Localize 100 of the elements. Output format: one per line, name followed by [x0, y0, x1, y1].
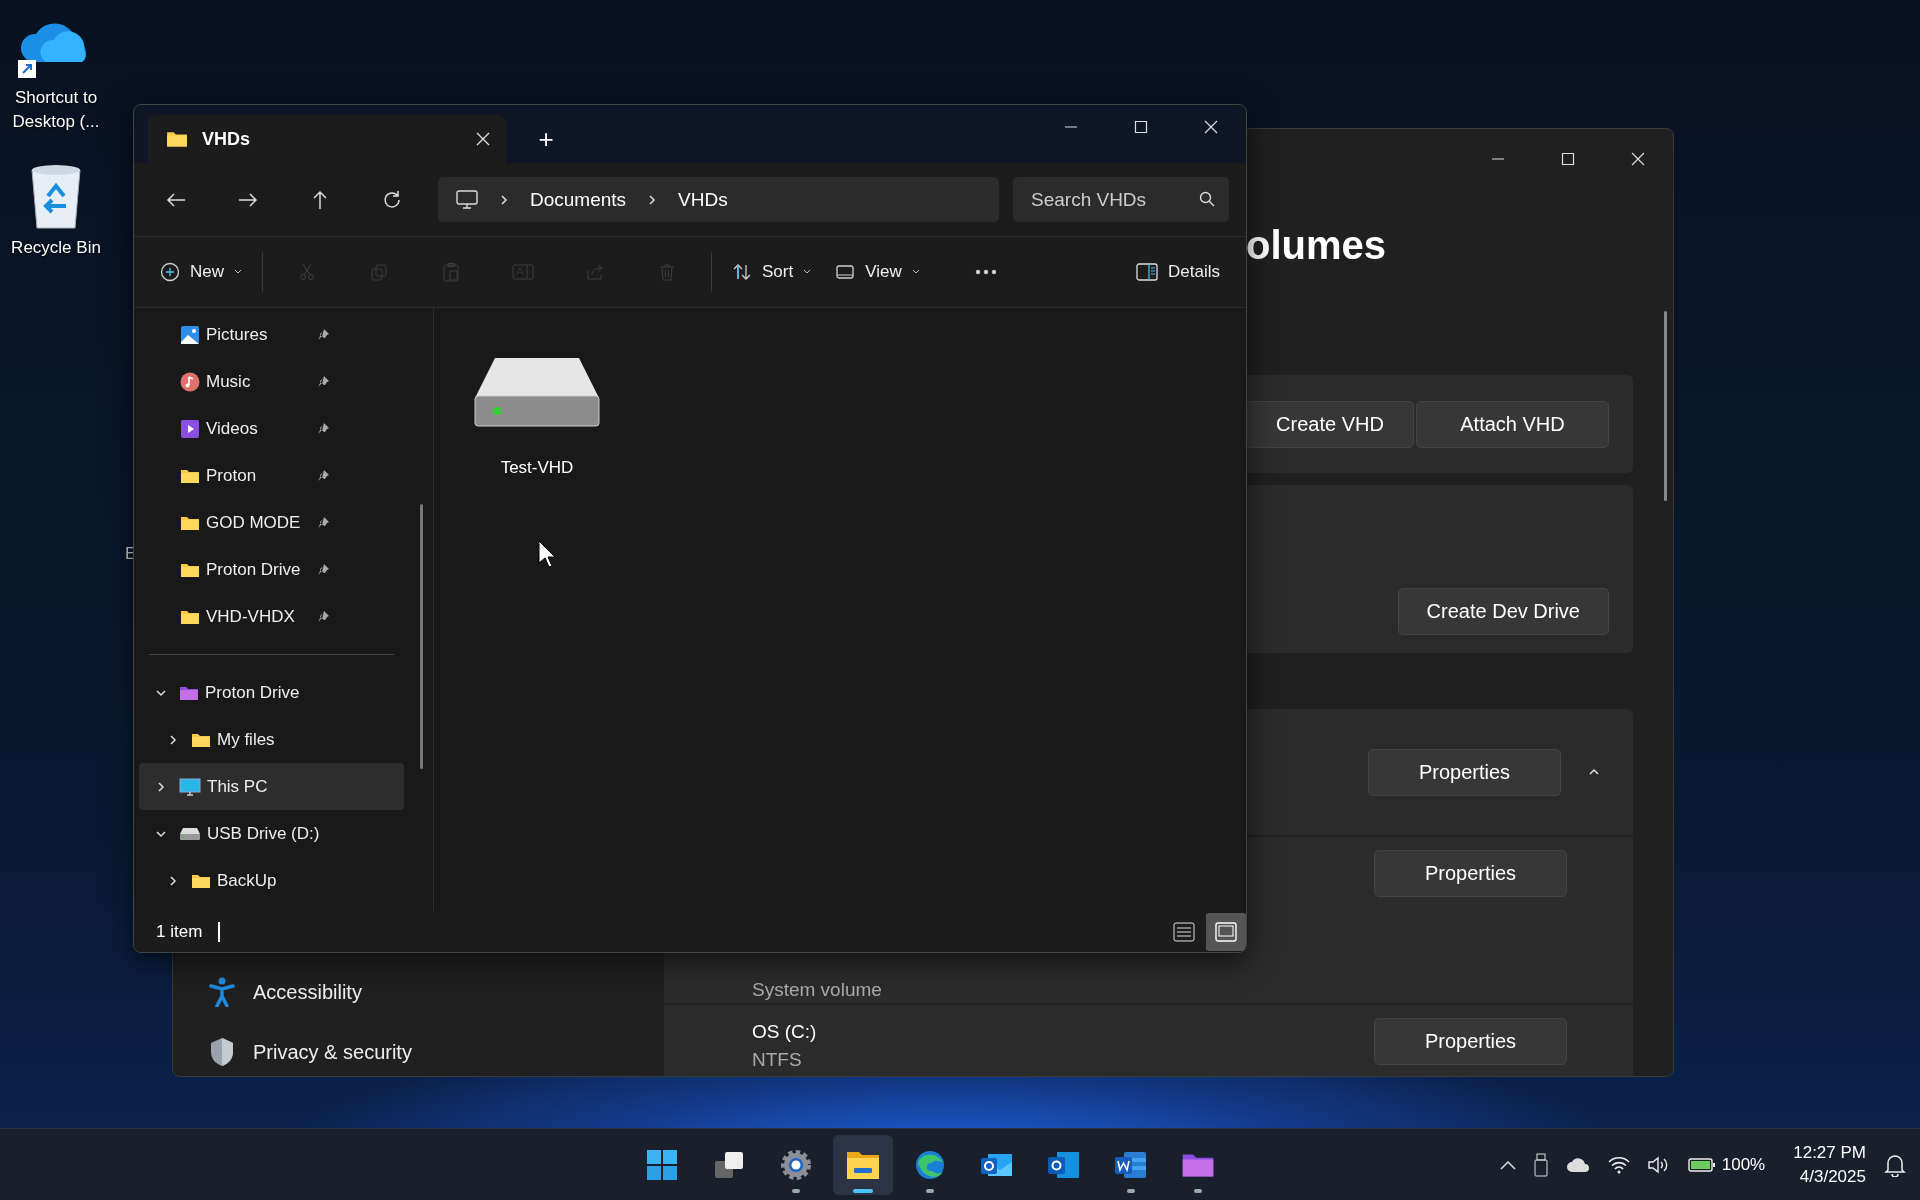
tree-item[interactable]: USB Drive (D:) — [139, 810, 404, 857]
close-icon[interactable] — [476, 132, 490, 146]
window-tab[interactable]: VHDs — [148, 115, 506, 163]
new-button[interactable]: New — [148, 250, 254, 294]
action-button[interactable]: Create VHD — [1246, 400, 1414, 448]
tree-item[interactable]: This PC — [139, 763, 404, 810]
search-field[interactable]: Search VHDs — [1013, 177, 1229, 222]
quick-access-item[interactable]: Pictures — [139, 311, 404, 358]
sort-icon — [732, 262, 752, 282]
sort-button[interactable]: Sort — [720, 250, 824, 294]
chevron-icon[interactable] — [1499, 1159, 1516, 1170]
trash-icon — [657, 262, 677, 282]
chevron-icon[interactable] — [498, 193, 510, 206]
quick-access-item[interactable]: VHD-VHDX — [139, 593, 404, 640]
details-pane-button[interactable]: Details — [1124, 250, 1232, 294]
action-button[interactable]: Properties — [1374, 850, 1567, 897]
folder-icon — [191, 872, 211, 889]
nav-item[interactable]: Accessibility — [193, 968, 649, 1016]
details-pane-icon — [1136, 263, 1159, 281]
search-icon — [1199, 191, 1215, 207]
gear-icon — [780, 1148, 812, 1181]
tree-item[interactable]: BackUp — [139, 857, 404, 904]
share-icon — [585, 262, 605, 282]
chevron-icon[interactable] — [167, 874, 179, 887]
nav-item[interactable]: Privacy & security — [193, 1028, 649, 1076]
more-icon[interactable] — [974, 269, 997, 275]
film-icon — [180, 418, 200, 439]
monitor-icon — [179, 776, 201, 797]
tile-view-icon — [1215, 921, 1237, 942]
copy-icon — [369, 262, 389, 282]
pin-icon — [316, 374, 330, 389]
recycle-bin-icon[interactable] — [28, 162, 84, 230]
action-button[interactable]: Properties — [1368, 748, 1561, 796]
close-icon — [1631, 152, 1645, 166]
mail-app-icon — [1047, 1149, 1081, 1180]
list-view-icon — [1173, 921, 1195, 942]
chevron-icon[interactable] — [155, 780, 167, 793]
music-icon — [180, 371, 200, 392]
tree-item[interactable]: Proton Drive — [139, 669, 404, 716]
quick-access-item[interactable]: Music — [139, 358, 404, 405]
drive-icon — [473, 356, 601, 428]
up-arrow-icon — [312, 189, 328, 210]
folder-icon — [179, 684, 199, 701]
folder-icon — [180, 467, 200, 484]
folder-icon — [180, 561, 200, 578]
volume-info: System volume — [752, 978, 882, 1002]
folder-icon — [191, 731, 211, 748]
clipboard-icon — [441, 262, 461, 282]
windows-logo-icon — [646, 1148, 678, 1181]
cut-icon — [297, 262, 317, 282]
battery-icon[interactable] — [1687, 1156, 1716, 1173]
maximize-icon — [1561, 152, 1575, 166]
folder-icon — [846, 1149, 880, 1180]
folder-icon — [180, 514, 200, 531]
quick-access-item[interactable]: Proton — [139, 452, 404, 499]
maximize-icon — [1134, 120, 1148, 134]
breadcrumb-item[interactable]: Documents — [530, 188, 627, 211]
quick-access-item[interactable]: Proton Drive — [139, 546, 404, 593]
plus-circle-icon — [160, 262, 180, 282]
refresh-icon — [382, 189, 402, 210]
accessibility-icon — [209, 977, 235, 1007]
volume-info: NTFS — [752, 1048, 803, 1072]
quick-access-item[interactable]: Videos — [139, 405, 404, 452]
pin-icon — [316, 327, 330, 342]
mouse-cursor-icon — [538, 540, 556, 568]
bell-icon[interactable] — [1884, 1152, 1906, 1177]
pin-icon — [316, 609, 330, 624]
file-item[interactable]: Test-VHD — [462, 348, 612, 486]
caret-icon — [234, 269, 242, 275]
desktop-icon-label: Shortcut to Desktop (... — [11, 87, 101, 133]
pin-icon — [316, 515, 330, 530]
back-arrow-icon — [166, 191, 186, 208]
battery-percentage: 100% — [1721, 1154, 1766, 1175]
action-button[interactable]: Create Dev Drive — [1397, 588, 1609, 635]
volume-icon[interactable] — [1647, 1155, 1670, 1174]
chevron-icon[interactable] — [167, 733, 179, 746]
caret-icon — [803, 269, 812, 275]
tree-item[interactable]: My files — [139, 716, 404, 763]
document-app-icon — [1114, 1149, 1148, 1180]
pin-icon — [316, 421, 330, 436]
drive-icon — [179, 826, 201, 841]
address-bar[interactable]: Documents VHDs — [438, 177, 999, 222]
taskbar-app[interactable] — [833, 1134, 893, 1195]
view-button[interactable]: View — [823, 250, 932, 294]
close-icon — [1204, 120, 1218, 134]
shield-icon — [209, 1037, 235, 1067]
usb-icon[interactable] — [1533, 1152, 1548, 1177]
action-button[interactable]: Attach VHD — [1416, 400, 1609, 448]
pin-icon — [316, 468, 330, 483]
wifi-icon[interactable] — [1607, 1155, 1630, 1174]
action-button[interactable]: Properties — [1374, 1018, 1567, 1065]
quick-access-item[interactable]: GOD MODE — [139, 499, 404, 546]
page-title: olumes — [1246, 221, 1387, 269]
breadcrumb-item[interactable]: VHDs — [678, 188, 728, 211]
edge-browser-icon — [914, 1148, 946, 1181]
cloud-icon[interactable] — [1565, 1156, 1590, 1173]
clock[interactable]: 12:27 PM 4/3/2025 — [1793, 1140, 1866, 1189]
new-tab-button[interactable]: + — [526, 119, 566, 159]
tiles-view-button[interactable] — [1206, 912, 1246, 951]
view-icon — [835, 262, 856, 282]
